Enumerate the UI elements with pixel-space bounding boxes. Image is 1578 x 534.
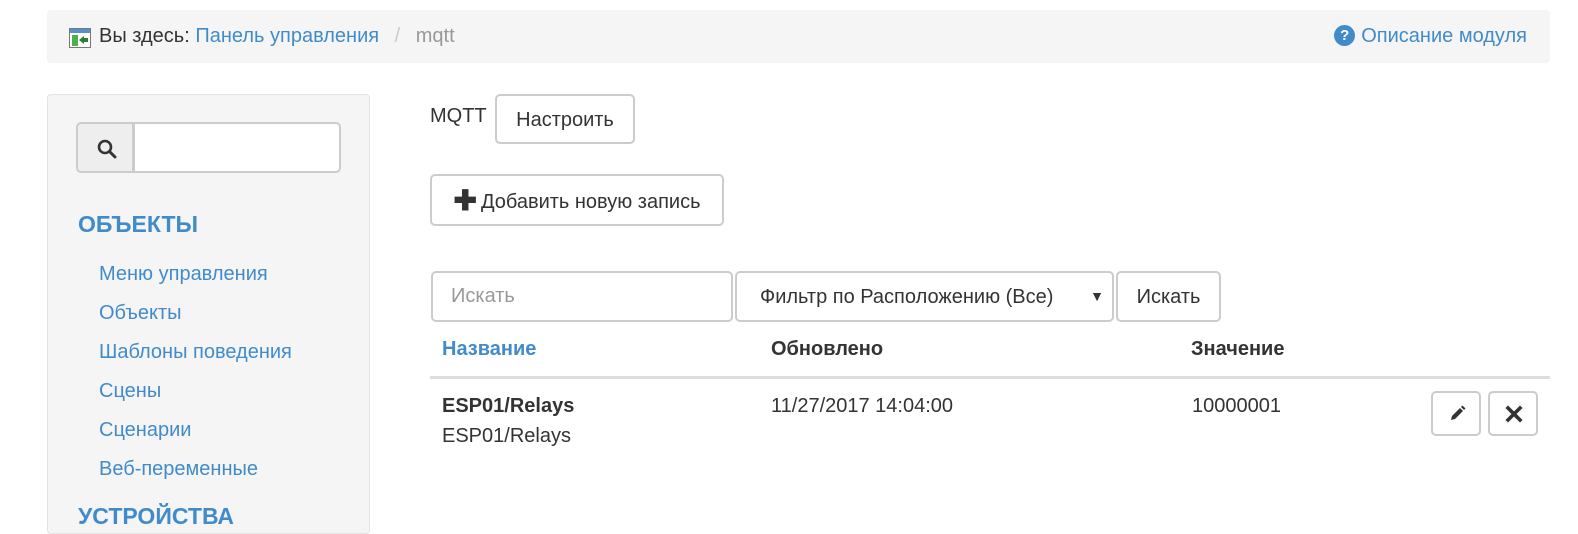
sidebar: ОБЪЕКТЫ Меню управления Объекты Шаблоны … xyxy=(47,94,370,534)
row-value: 10000001 xyxy=(1192,395,1281,417)
edit-button[interactable] xyxy=(1431,391,1481,436)
sidebar-item-scripts[interactable]: Сценарии xyxy=(99,417,292,456)
breadcrumb-current: mqtt xyxy=(415,25,455,47)
close-icon xyxy=(1505,405,1523,423)
sidebar-search xyxy=(76,122,342,173)
search-submit-button[interactable]: Искать xyxy=(1116,271,1221,322)
location-filter-value: Фильтр по Расположению (Все) xyxy=(760,286,1054,308)
row-path: ESP01/Relays xyxy=(442,425,571,447)
search-button[interactable] xyxy=(76,122,134,173)
breadcrumb-trail: Вы здесь: Панель управления / mqtt xyxy=(99,25,455,48)
chevron-down-icon: ▼ xyxy=(1090,288,1104,304)
breadcrumb-prefix: Вы здесь: xyxy=(99,25,190,47)
sidebar-item-objects[interactable]: Объекты xyxy=(99,300,292,339)
column-header-name[interactable]: Название xyxy=(442,338,536,361)
sidebar-item-behavior-templates[interactable]: Шаблоны поведения xyxy=(99,339,292,378)
home-panel-icon xyxy=(69,28,91,48)
add-record-label: Добавить новую запись xyxy=(480,191,701,213)
row-title: ESP01/Relays xyxy=(442,395,575,417)
add-record-button[interactable]: ✚ Добавить новую запись xyxy=(430,174,724,226)
table-search-input[interactable] xyxy=(431,271,733,322)
sidebar-item-control-menu[interactable]: Меню управления xyxy=(99,261,292,300)
breadcrumb-separator: / xyxy=(394,25,401,47)
sidebar-search-input[interactable] xyxy=(133,122,341,173)
location-filter-select[interactable]: Фильтр по Расположению (Все) ▼ xyxy=(735,271,1114,322)
column-header-value: Значение xyxy=(1191,338,1285,360)
sidebar-heading-objects[interactable]: ОБЪЕКТЫ xyxy=(78,211,198,238)
search-icon xyxy=(97,139,117,159)
delete-button[interactable] xyxy=(1488,391,1538,436)
configure-button[interactable]: Настроить xyxy=(495,94,635,144)
module-label: MQTT xyxy=(430,105,487,127)
sidebar-item-web-variables[interactable]: Веб-переменные xyxy=(99,456,292,495)
pencil-icon xyxy=(1451,405,1466,420)
sidebar-objects-list: Меню управления Объекты Шаблоны поведени… xyxy=(99,261,292,495)
table-header-divider xyxy=(430,376,1550,379)
sidebar-heading-devices[interactable]: УСТРОЙСТВА xyxy=(78,503,234,530)
module-description-link[interactable]: ? Описание модуля xyxy=(1334,25,1527,48)
plus-icon: ✚ xyxy=(453,185,477,216)
breadcrumb-home-link[interactable]: Панель управления xyxy=(195,25,379,47)
module-description-label: Описание модуля xyxy=(1361,25,1527,47)
breadcrumb: Вы здесь: Панель управления / mqtt ? Опис… xyxy=(47,10,1550,63)
sidebar-item-scenes[interactable]: Сцены xyxy=(99,378,292,417)
column-header-updated: Обновлено xyxy=(771,338,884,360)
question-circle-icon: ? xyxy=(1334,25,1356,46)
row-updated: 11/27/2017 14:04:00 xyxy=(771,395,954,417)
